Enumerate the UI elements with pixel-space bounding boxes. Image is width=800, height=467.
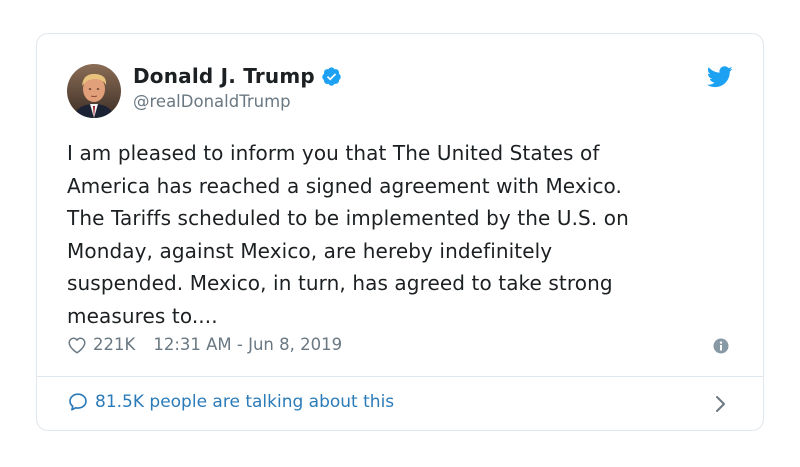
author-handle[interactable]: @realDonaldTrump (133, 92, 291, 111)
tweet-line: suspended. Mexico, in turn, has agreed t… (67, 271, 613, 295)
verified-badge-icon (321, 66, 342, 87)
twitter-bird-icon[interactable] (706, 66, 733, 88)
heart-icon[interactable] (67, 336, 87, 354)
tweet-line: Monday, against Mexico, are hereby indef… (67, 238, 553, 263)
tweet-line: The Tariffs scheduled to be implemented … (67, 206, 629, 230)
tweet-line: America has reached a signed agreement w… (67, 173, 622, 198)
timestamp-link[interactable]: 12:31 AM - Jun 8, 2019 (153, 335, 342, 354)
like-count[interactable]: 221K (93, 335, 135, 354)
tweet-card: Donald J. Trump @realDonaldTrump I am pl… (36, 33, 764, 431)
conversation-link[interactable]: 81.5K people are talking about this (67, 391, 394, 413)
divider (37, 376, 763, 377)
tweet-line: measures to.... (67, 303, 218, 328)
info-icon[interactable] (713, 338, 729, 354)
speech-bubble-icon (69, 393, 87, 411)
conversation-label[interactable]: 81.5K people are talking about this (95, 392, 394, 412)
avatar[interactable] (67, 64, 121, 118)
tweet-meta: 221K 12:31 AM - Jun 8, 2019 (67, 335, 342, 354)
tweet-line: I am pleased to inform you that The Unit… (67, 141, 600, 165)
author-name[interactable]: Donald J. Trump (133, 64, 315, 88)
tweet-text: I am pleased to inform you that The Unit… (67, 137, 737, 332)
author-name-row[interactable]: Donald J. Trump (133, 64, 342, 88)
chevron-right-icon[interactable] (715, 394, 727, 414)
